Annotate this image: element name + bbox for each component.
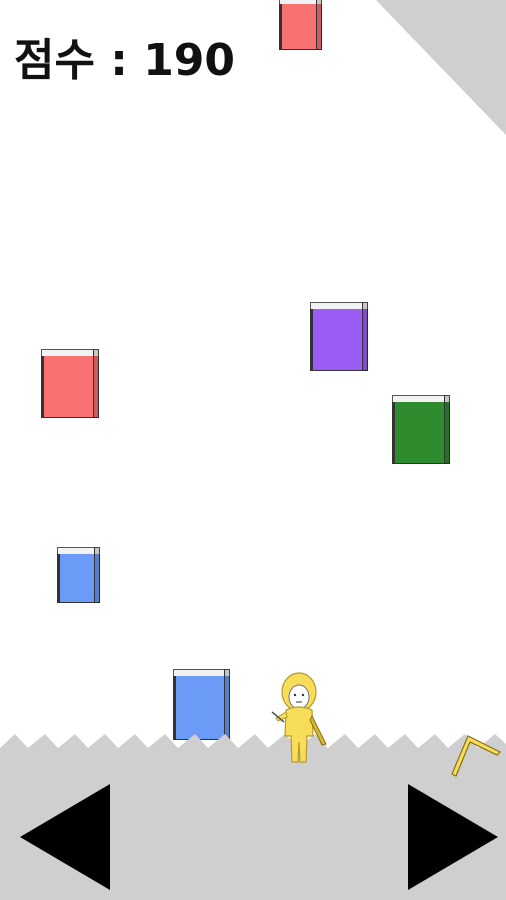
player-character — [271, 672, 327, 763]
left-arrow-icon[interactable] — [20, 784, 112, 892]
score-label: 점수 : 190 — [14, 35, 236, 86]
dropped-stick — [451, 735, 502, 777]
corner-wedge — [376, 0, 506, 135]
green-book — [392, 395, 450, 464]
blue-book-small — [57, 547, 100, 603]
right-arrow-icon[interactable] — [408, 784, 500, 892]
purple-book — [310, 302, 368, 371]
red-book-left — [41, 349, 99, 418]
red-book-top — [279, 0, 322, 50]
